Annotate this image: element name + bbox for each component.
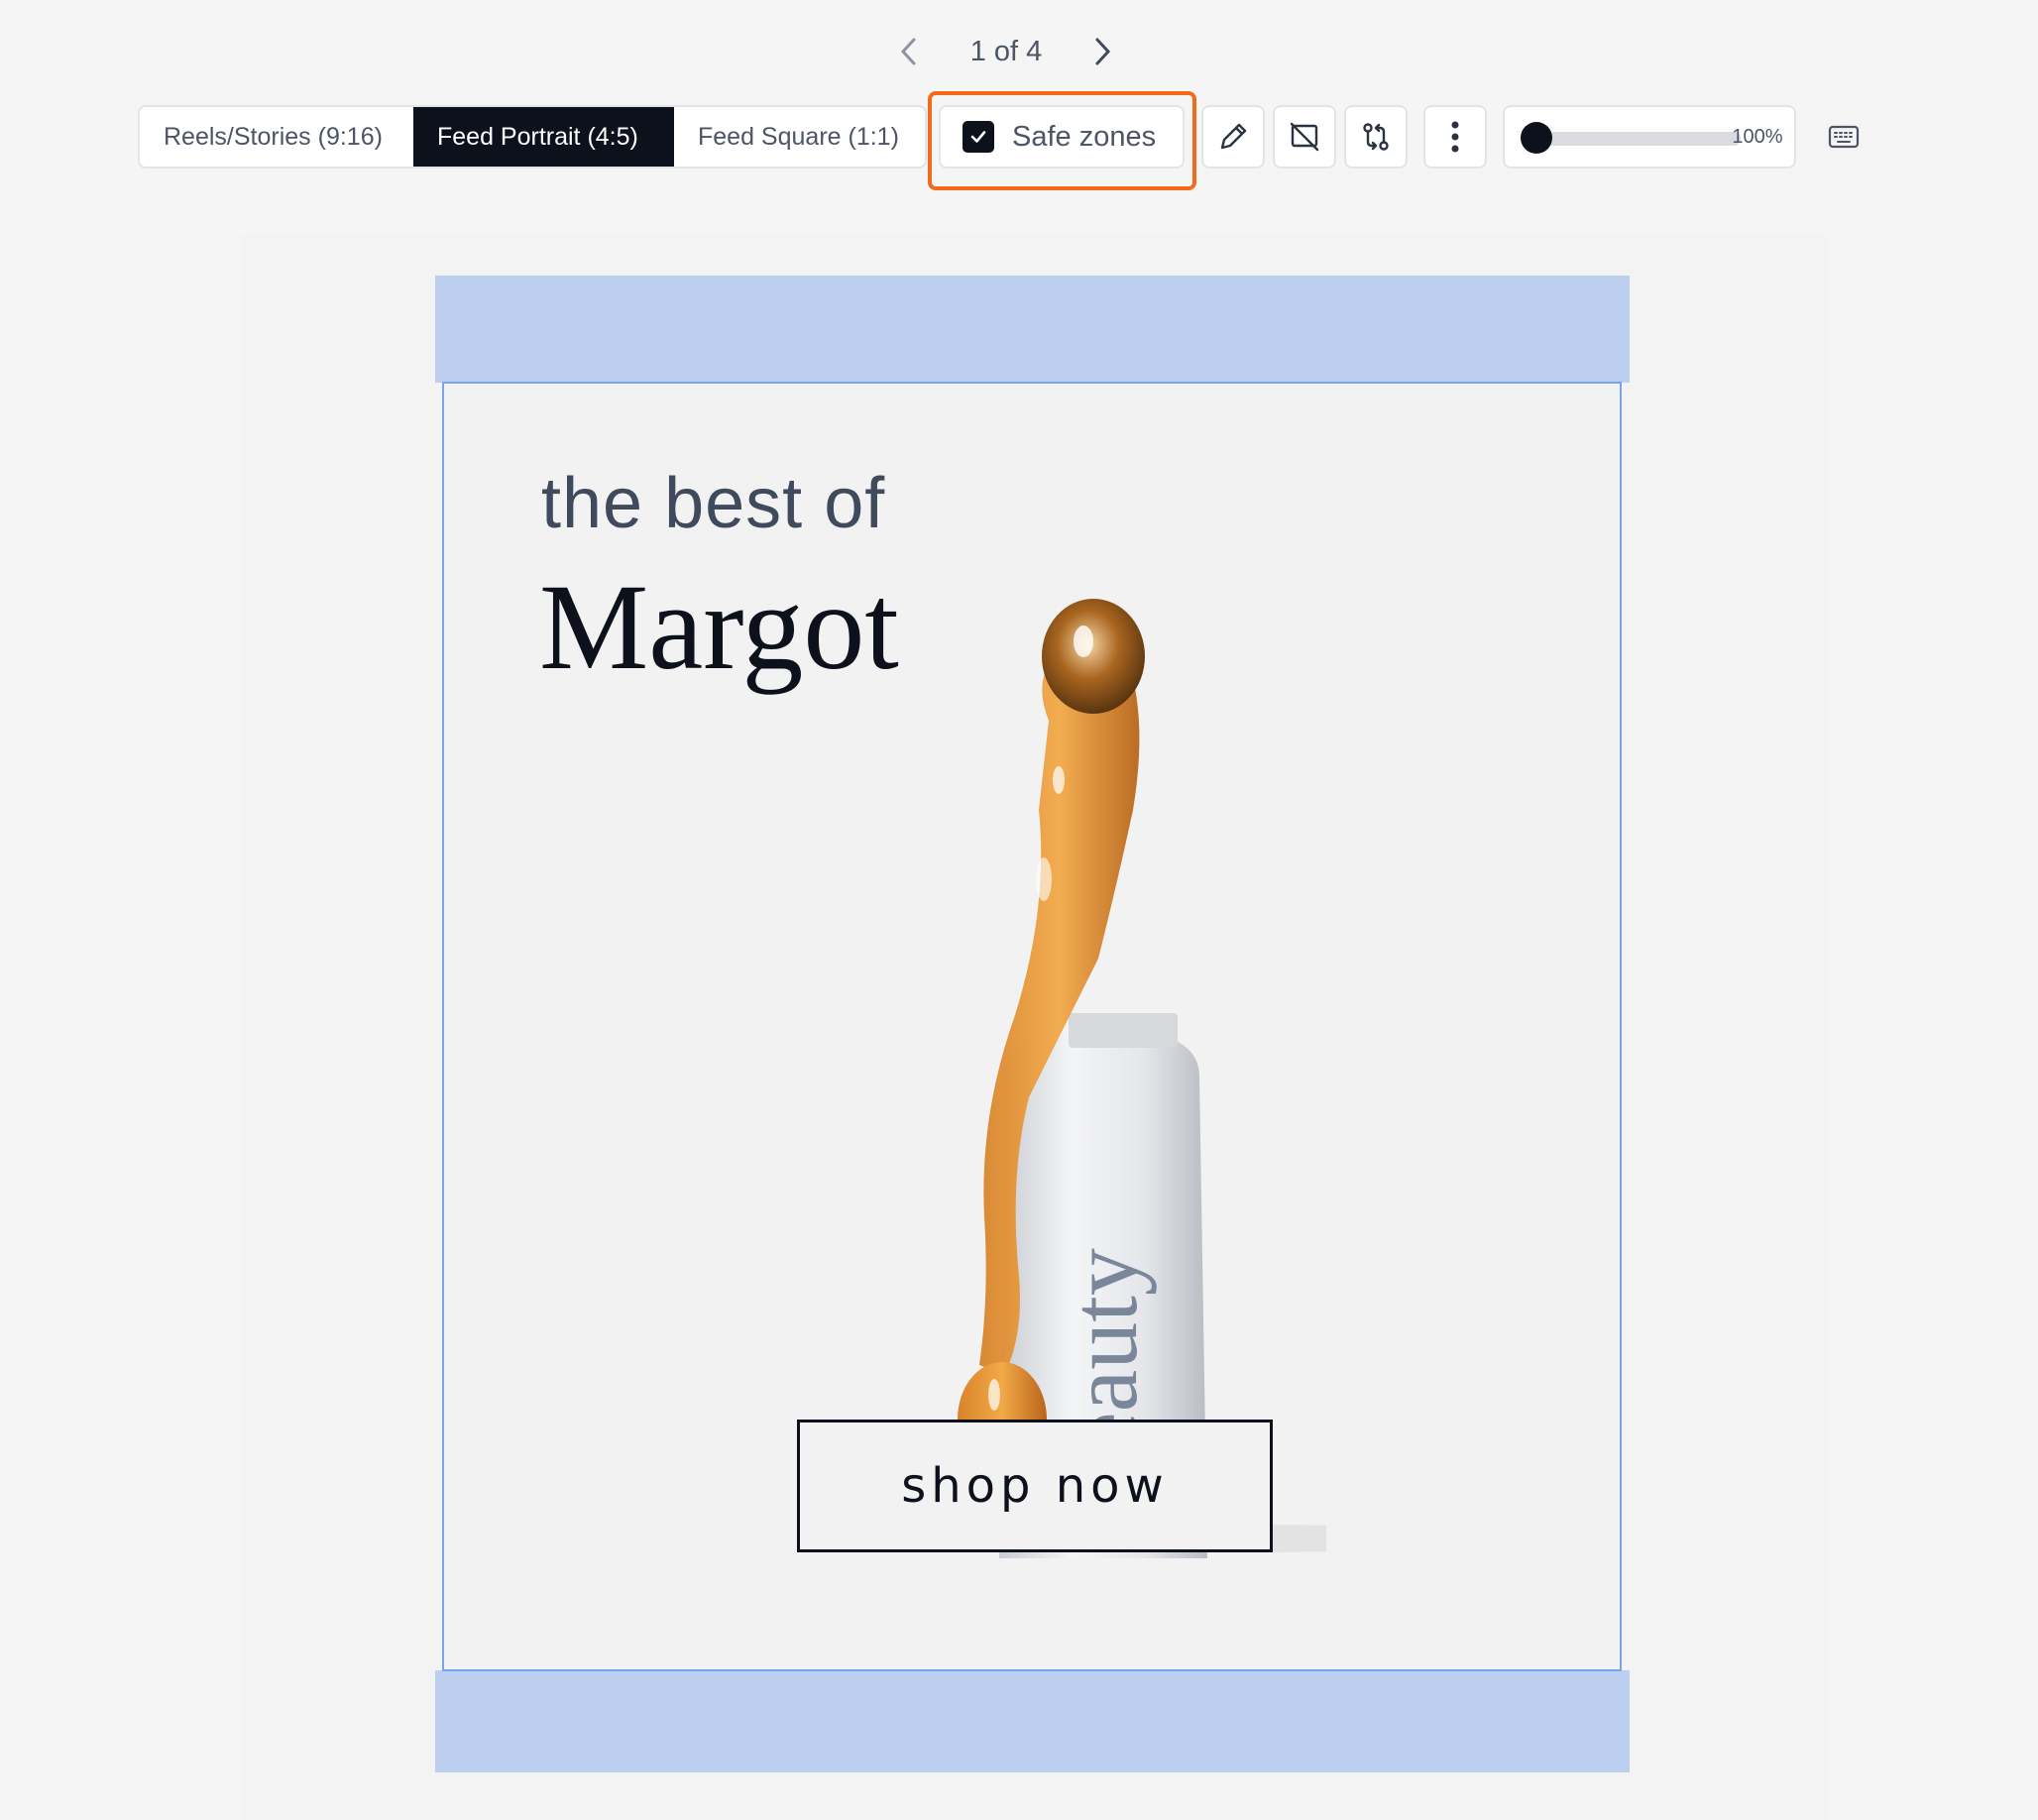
previous-page-button[interactable] [889, 30, 929, 73]
edit-button[interactable] [1201, 105, 1265, 169]
format-feed-square[interactable]: Feed Square (1:1) [674, 107, 925, 167]
page-counter: 1 of 4 [969, 36, 1043, 67]
keyboard-icon [1828, 125, 1860, 149]
keyboard-shortcuts-button[interactable] [1824, 117, 1864, 157]
hide-overlay-button[interactable] [1273, 105, 1336, 169]
headline-large: Margot [539, 559, 899, 695]
safe-zones-toggle[interactable]: Safe zones [939, 105, 1185, 169]
zoom-slider-thumb[interactable] [1521, 122, 1552, 154]
swap-button[interactable] [1344, 105, 1408, 169]
zoom-slider-track[interactable] [1534, 132, 1741, 146]
pencil-icon [1220, 123, 1247, 150]
more-options-button[interactable] [1423, 105, 1487, 169]
format-feed-portrait[interactable]: Feed Portrait (4:5) [413, 107, 674, 167]
format-selector: Reels/Stories (9:16) Feed Portrait (4:5)… [138, 105, 927, 169]
zoom-value: 100% [1732, 126, 1783, 148]
checkbox-checked-icon[interactable] [962, 121, 994, 153]
more-vertical-icon [1451, 121, 1459, 153]
page-pager: 1 of 4 [0, 22, 2038, 81]
safe-zone-top-band [435, 276, 1630, 383]
chevron-left-icon [900, 38, 916, 65]
safe-zone-bottom-band [435, 1670, 1630, 1772]
next-page-button[interactable] [1082, 30, 1122, 73]
safe-zones-label: Safe zones [1012, 120, 1157, 153]
headline-small: the best of [541, 464, 886, 543]
chevron-right-icon [1095, 38, 1111, 65]
hide-frame-icon [1290, 122, 1319, 152]
zoom-control: 100% [1503, 105, 1796, 169]
shop-now-button[interactable]: shop now [797, 1420, 1273, 1552]
format-reels-stories[interactable]: Reels/Stories (9:16) [140, 107, 413, 167]
ad-creative[interactable]: the best of Margot eauty shop now [442, 382, 1622, 1671]
swap-icon [1363, 123, 1389, 151]
